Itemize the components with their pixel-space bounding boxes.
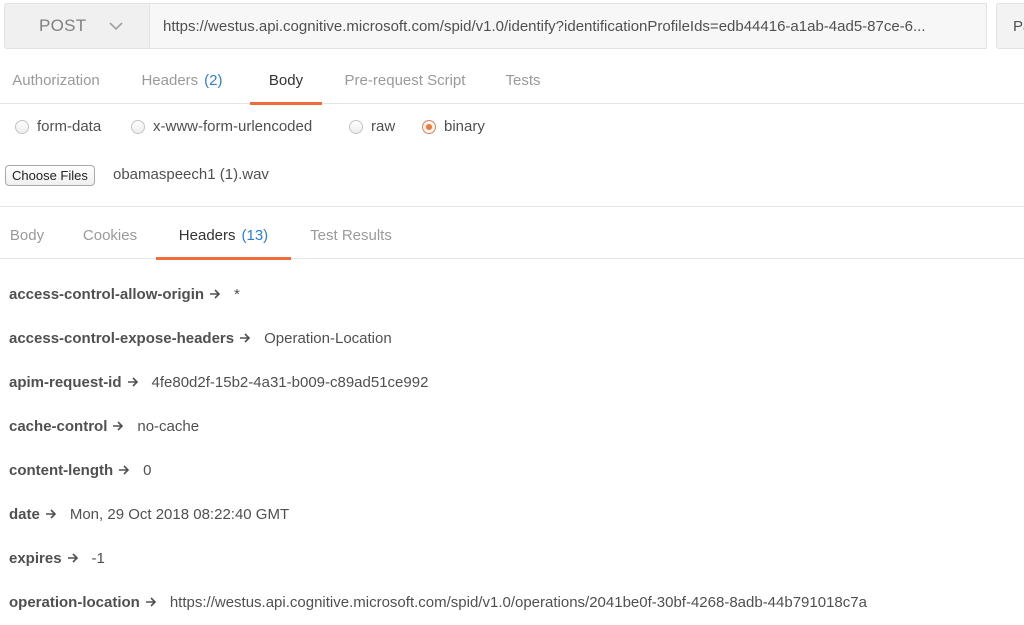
header-value: * xyxy=(234,285,240,303)
header-row: content-length 0 xyxy=(9,460,152,480)
arrow-right-icon xyxy=(210,289,221,299)
tab-body[interactable]: Body xyxy=(250,56,322,105)
arrow-right-icon xyxy=(240,333,251,343)
arrow-right-icon xyxy=(119,465,130,475)
header-value: no-cache xyxy=(137,417,200,435)
response-tabs: Body Cookies Headers (13) Test Results xyxy=(0,211,1024,260)
params-button[interactable]: Pa xyxy=(996,3,1024,49)
arrow-right-icon xyxy=(145,597,156,607)
params-label: Pa xyxy=(1013,17,1024,35)
radio-x-www-form-urlencoded[interactable]: x-www-form-urlencoded xyxy=(131,118,312,135)
arrow-right-icon xyxy=(45,509,56,519)
url-input[interactable]: https://westus.api.cognitive.microsoft.c… xyxy=(149,3,987,49)
header-key: access-control-allow-origin xyxy=(9,285,205,303)
header-value: https://westus.api.cognitive.microsoft.c… xyxy=(169,593,867,611)
tab-count: (2) xyxy=(204,71,223,89)
radio-label: binary xyxy=(444,118,485,135)
tab-response-headers[interactable]: Headers (13) xyxy=(156,211,291,260)
chevron-down-icon xyxy=(108,22,123,31)
radio-label: form-data xyxy=(37,118,102,135)
selected-file-name: obamaspeech1 (1).wav xyxy=(113,166,269,183)
header-row: cache-control no-cache xyxy=(9,416,199,436)
tab-label: Body xyxy=(268,71,304,89)
tab-headers[interactable]: Headers (2) xyxy=(124,56,240,104)
header-row: expires -1 xyxy=(9,548,105,568)
header-key: content-length xyxy=(9,461,114,479)
tab-response-body[interactable]: Body xyxy=(0,211,54,259)
request-url-bar: POST https://westus.api.cognitive.micros… xyxy=(0,0,1024,52)
tab-tests[interactable]: Tests xyxy=(492,56,554,104)
header-value: -1 xyxy=(91,549,105,567)
radio-binary[interactable]: binary xyxy=(422,118,485,135)
header-row: apim-request-id 4fe80d2f-15b2-4a31-b009-… xyxy=(9,372,428,392)
header-key: date xyxy=(9,505,40,523)
header-value: Mon, 29 Oct 2018 08:22:40 GMT xyxy=(69,505,290,523)
header-key: apim-request-id xyxy=(9,373,122,391)
tab-label: Headers xyxy=(141,71,199,89)
request-tabs: Authorization Headers (2) Body Pre-reque… xyxy=(0,56,1024,105)
tab-cookies[interactable]: Cookies xyxy=(72,211,148,259)
tab-count: (13) xyxy=(241,226,269,244)
method-label: POST xyxy=(39,16,87,35)
arrow-right-icon xyxy=(127,377,138,387)
tab-label: Pre-request Script xyxy=(344,71,466,89)
header-value: 4fe80d2f-15b2-4a31-b009-c89ad51ce992 xyxy=(151,373,429,391)
header-key: cache-control xyxy=(9,417,108,435)
header-value: Operation-Location xyxy=(264,329,392,347)
tab-label: Tests xyxy=(505,71,541,89)
radio-button-selected[interactable] xyxy=(422,119,436,134)
tab-label: Body xyxy=(9,226,45,244)
tab-label: Cookies xyxy=(82,226,138,244)
file-chooser-row: Choose Files obamaspeech1 (1).wav xyxy=(0,150,1024,207)
tab-label: Authorization xyxy=(12,71,100,89)
method-dropdown[interactable]: POST xyxy=(4,3,149,49)
tab-pre-request-script[interactable]: Pre-request Script xyxy=(330,56,480,104)
header-key: expires xyxy=(9,549,62,567)
radio-raw[interactable]: raw xyxy=(349,118,395,135)
radio-label: raw xyxy=(371,118,396,135)
arrow-right-icon xyxy=(113,421,124,431)
radio-form-data[interactable]: form-data xyxy=(15,118,101,135)
tab-authorization[interactable]: Authorization xyxy=(0,56,112,104)
header-key: operation-location xyxy=(9,593,140,611)
url-text: https://westus.api.cognitive.microsoft.c… xyxy=(163,17,926,35)
radio-button[interactable] xyxy=(349,119,363,134)
radio-button[interactable] xyxy=(15,119,29,134)
tab-label: Test Results xyxy=(310,226,392,244)
header-row: date Mon, 29 Oct 2018 08:22:40 GMT xyxy=(9,504,289,524)
header-row: access-control-expose-headers Operation-… xyxy=(9,328,392,348)
header-row: access-control-allow-origin * xyxy=(9,284,240,304)
header-row: operation-location https://westus.api.co… xyxy=(9,592,867,612)
arrow-right-icon xyxy=(67,553,78,563)
header-key: access-control-expose-headers xyxy=(9,329,235,347)
tab-label: Headers xyxy=(178,226,236,244)
header-value: 0 xyxy=(143,461,152,479)
radio-button[interactable] xyxy=(131,119,145,134)
choose-files-button[interactable]: Choose Files xyxy=(5,165,95,186)
body-type-selector: form-data x-www-form-urlencoded raw bina… xyxy=(0,104,1024,150)
tab-test-results[interactable]: Test Results xyxy=(298,211,404,259)
radio-label: x-www-form-urlencoded xyxy=(153,118,313,135)
